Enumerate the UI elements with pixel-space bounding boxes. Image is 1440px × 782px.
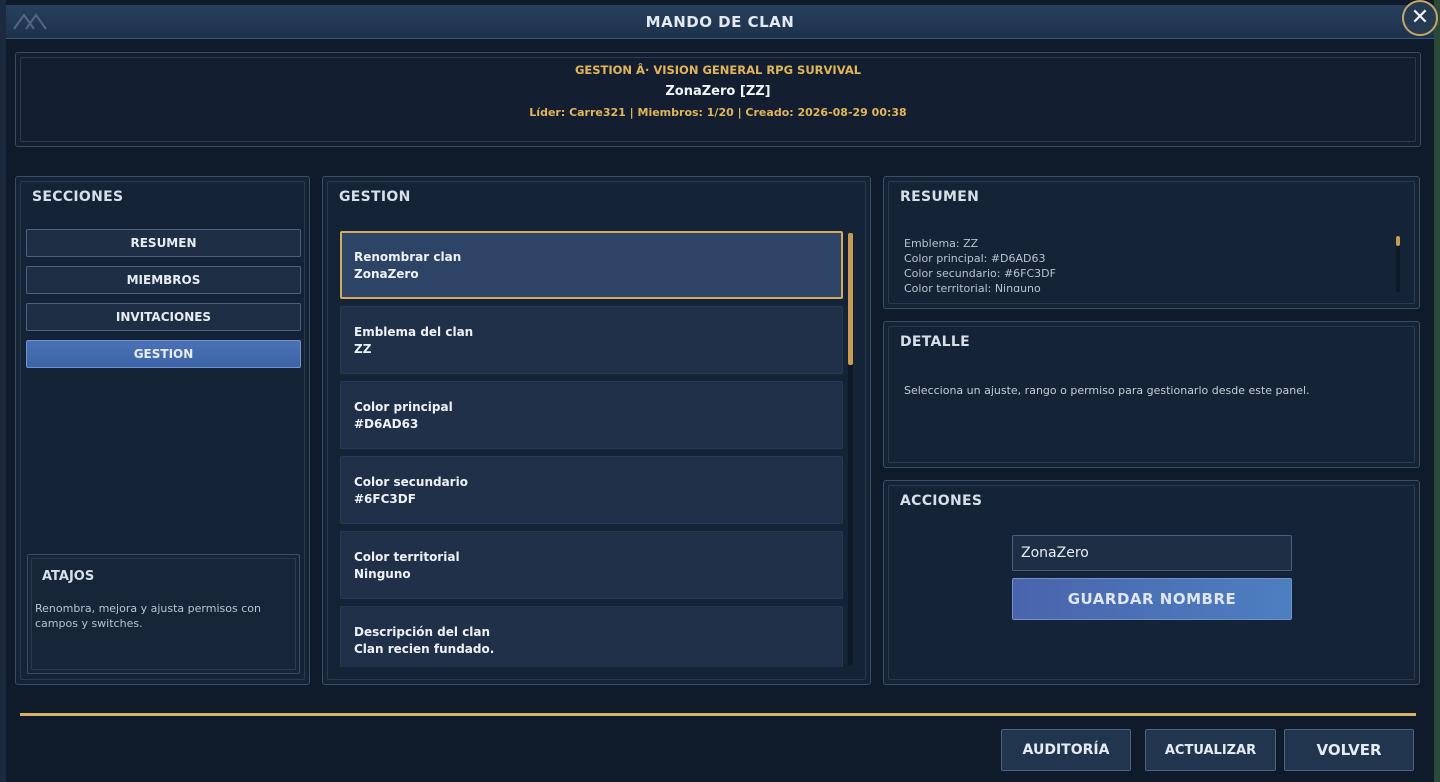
shortcuts-title: ATAJOS: [42, 569, 95, 584]
list-item-value: #6FC3DF: [354, 492, 416, 506]
acciones-panel: ACCIONES GUARDAR NOMBRE: [883, 480, 1420, 685]
nav-gestion-button[interactable]: GESTION: [26, 340, 301, 368]
detalle-panel: DETALLE Selecciona un ajuste, rango o pe…: [883, 321, 1420, 468]
volver-button[interactable]: VOLVER: [1284, 729, 1414, 771]
list-item-label: Color secundario: [354, 475, 468, 489]
gestion-item-emblem[interactable]: Emblema del clan ZZ: [340, 306, 843, 374]
resumen-scrollbar[interactable]: [1396, 236, 1400, 292]
background-edge-right: [1434, 0, 1440, 782]
gestion-scrollbar[interactable]: [848, 233, 853, 665]
detalle-title: DETALLE: [900, 334, 970, 350]
acciones-title: ACCIONES: [900, 493, 983, 509]
list-item-label: Descripción del clan: [354, 625, 491, 639]
list-item-value: ZonaZero: [354, 267, 419, 281]
close-button[interactable]: ✕: [1402, 0, 1438, 36]
gestion-list: Renombrar clan ZonaZero Emblema del clan…: [340, 231, 845, 667]
gestion-scroll-thumb[interactable]: [848, 233, 853, 365]
window-titlebar: MANDO DE CLAN: [6, 5, 1434, 39]
gestion-item-primary-color[interactable]: Color principal #D6AD63: [340, 381, 843, 449]
gestion-title: GESTION: [339, 189, 411, 205]
clan-name-input[interactable]: [1012, 535, 1292, 571]
resumen-title: RESUMEN: [900, 189, 980, 205]
window-title: MANDO DE CLAN: [645, 12, 795, 31]
sections-title: SECCIONES: [32, 189, 124, 205]
nav-invitaciones-button[interactable]: INVITACIONES: [26, 303, 301, 331]
ornament-icon: [13, 13, 47, 30]
resumen-text: Emblema: ZZ Color principal: #D6AD63 Col…: [904, 236, 1384, 292]
list-item-value: Ninguno: [354, 567, 411, 581]
actualizar-button[interactable]: ACTUALIZAR: [1145, 729, 1276, 771]
gestion-panel: GESTION Renombrar clan ZonaZero Emblema …: [322, 176, 871, 685]
list-item-label: Color territorial: [354, 550, 460, 564]
list-item-value: Clan recien fundado.: [354, 642, 495, 656]
list-item-value: #D6AD63: [354, 417, 419, 431]
footer-divider: [20, 713, 1416, 716]
sections-panel: SECCIONES RESUMEN MIEMBROS INVITACIONES …: [15, 176, 310, 685]
detalle-text: Selecciona un ajuste, rango o permiso pa…: [904, 384, 1310, 397]
auditoria-button[interactable]: AUDITORÍA: [1001, 729, 1131, 771]
list-item-label: Emblema del clan: [354, 325, 474, 339]
nav-resumen-button[interactable]: RESUMEN: [26, 229, 301, 257]
shortcuts-box: ATAJOS Renombra, mejora y ajusta permiso…: [27, 554, 300, 674]
clan-name: ZonaZero [ZZ]: [665, 84, 771, 99]
nav-miembros-button[interactable]: MIEMBROS: [26, 266, 301, 294]
resumen-scroll-thumb[interactable]: [1396, 236, 1400, 246]
resumen-line: Emblema: ZZ: [904, 237, 979, 250]
clan-meta: Líder: Carre321 | Miembros: 1/20 | Cread…: [529, 106, 907, 119]
gestion-item-territory-color[interactable]: Color territorial Ninguno: [340, 531, 843, 599]
gestion-item-rename[interactable]: Renombrar clan ZonaZero: [340, 231, 843, 299]
header-subtitle: GESTION Â· VISION GENERAL RPG SURVIVAL: [574, 63, 862, 77]
close-icon: ✕: [1410, 5, 1430, 30]
resumen-line: Color territorial: Ninguno: [904, 282, 1041, 292]
clan-header-panel: GESTION Â· VISION GENERAL RPG SURVIVAL Z…: [15, 52, 1421, 147]
gestion-item-secondary-color[interactable]: Color secundario #6FC3DF: [340, 456, 843, 524]
resumen-panel: RESUMEN Emblema: ZZ Color principal: #D6…: [883, 176, 1420, 309]
save-name-button[interactable]: GUARDAR NOMBRE: [1012, 578, 1292, 620]
shortcuts-text: Renombra, mejora y ajusta permisos con c…: [35, 602, 261, 630]
resumen-line: Color principal: #D6AD63: [904, 252, 1046, 265]
background-edge-left: [0, 0, 6, 782]
list-item-value: ZZ: [354, 342, 372, 356]
list-item-label: Renombrar clan: [354, 250, 462, 264]
list-item-label: Color principal: [354, 400, 453, 414]
resumen-line: Color secundario: #6FC3DF: [904, 267, 1056, 280]
gestion-item-description[interactable]: Descripción del clan Clan recien fundado…: [340, 606, 843, 667]
